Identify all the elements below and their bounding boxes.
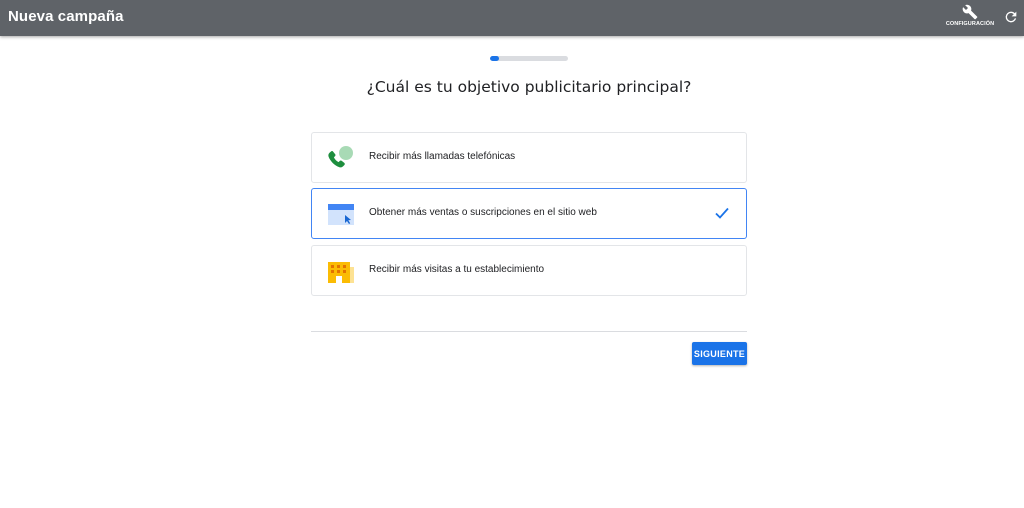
question-heading: ¿Cuál es tu objetivo publicitario princi… bbox=[366, 78, 692, 96]
app-header: Nueva campaña CONFIGURACIÓN bbox=[0, 0, 1024, 36]
wrench-icon bbox=[962, 4, 978, 20]
store-building-icon bbox=[328, 262, 354, 283]
configuration-button[interactable]: CONFIGURACIÓN bbox=[944, 3, 996, 33]
option-label: Recibir más visitas a tu establecimiento bbox=[369, 264, 545, 275]
option-phone-calls[interactable]: Recibir más llamadas telefónicas bbox=[311, 132, 747, 183]
next-button[interactable]: SIGUIENTE bbox=[692, 342, 747, 365]
phone-call-icon bbox=[328, 146, 353, 168]
divider bbox=[311, 331, 747, 332]
refresh-icon bbox=[1005, 11, 1017, 23]
page-title: Nueva campaña bbox=[8, 8, 124, 25]
option-label: Recibir más llamadas telefónicas bbox=[369, 151, 516, 162]
option-website-sales[interactable]: Obtener más ventas o suscripciones en el… bbox=[311, 188, 747, 239]
progress-fill bbox=[490, 56, 500, 61]
check-icon bbox=[715, 207, 729, 219]
website-icon bbox=[328, 204, 354, 225]
option-label: Obtener más ventas o suscripciones en el… bbox=[369, 207, 597, 218]
option-store-visits[interactable]: Recibir más visitas a tu establecimiento bbox=[311, 245, 747, 296]
configuration-label: CONFIGURACIÓN bbox=[945, 21, 995, 27]
refresh-button[interactable] bbox=[1001, 7, 1021, 27]
progress-bar bbox=[490, 56, 568, 61]
